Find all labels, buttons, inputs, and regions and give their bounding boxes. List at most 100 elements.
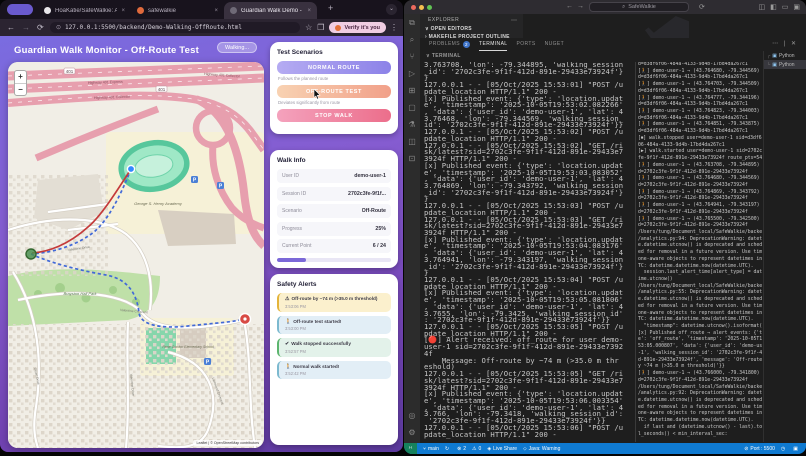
tab-favicon [230,7,237,14]
status-item[interactable]: ◷ [781,446,787,452]
tab-favicon [137,7,144,14]
tab-close-icon[interactable]: × [121,8,125,14]
forward-icon[interactable]: → [22,23,30,32]
start-marker[interactable] [26,249,36,259]
status-item-icon: ◈ [487,446,491,452]
reload-icon[interactable]: ⟳ [37,23,44,32]
extensions-icon[interactable]: ⊞ [404,82,420,99]
browser-tab[interactable]: safewalkie × [131,2,224,19]
status-item[interactable]: ⊘ Port : 5500 [744,446,775,452]
remote-explorer-icon[interactable]: ▢ [404,99,420,116]
panel-actions[interactable]: ⋯ | ✕ [772,40,798,47]
terminal-pane-events[interactable]: d=d3df6f06-484a-4133-9d4b-17bd4da267c1 [… [638,62,762,442]
status-item[interactable]: ⚠ 0 [472,446,481,452]
back-icon[interactable]: ← [7,23,15,32]
terminal-section-header[interactable]: ∨ TERMINAL [426,53,461,59]
tab-groups-icon[interactable]: ❐ [317,23,324,32]
browser-menu-icon[interactable]: ⋮ [390,23,398,32]
test-scenarios-card: Test Scenarios NORMAL ROUTE Follows the … [270,42,398,134]
svg-text:Rene Gordon Elementary School: Rene Gordon Elementary School [162,345,214,349]
scenario-button[interactable]: OFF-ROUTE TEST [277,85,391,98]
status-item[interactable]: ↻ [445,446,451,452]
browser-window: HoaKatie/SafeWalkie: A safe... × safewal… [0,0,403,452]
alert-item: 🚶Off-route test started! 3:53:00 PM [277,316,391,335]
terminal-list-item[interactable]: └ ▣ Python [764,60,806,69]
layout-toggle-icon[interactable]: ▭ [782,3,789,11]
testing-icon[interactable]: ⚗ [404,116,420,133]
map-attribution[interactable]: Leaflet | © OpenStreetMap contributors [193,440,262,446]
maximize-window-icon[interactable] [427,5,432,10]
panel-tab[interactable]: TERMINAL [479,38,507,51]
run-debug-icon[interactable]: ▷ [404,65,420,82]
python-terminal-icon: ▣ [772,62,777,68]
status-item[interactable]: ⊗ 2 [457,446,466,452]
layout-toggle-icon[interactable]: ◫ [759,3,766,11]
window-controls-pill[interactable] [7,4,33,15]
info-label: User ID [282,173,299,179]
info-value: 2702c3fe-9f1f... [348,191,386,197]
profile-avatar [335,25,341,31]
explorer-title: EXPLORER [420,14,523,23]
minimize-window-icon[interactable] [419,5,424,10]
azure-icon[interactable]: ⊡ [404,150,420,167]
account-icon[interactable]: ◎ [404,407,420,424]
zoom-in-button[interactable]: + [15,71,26,84]
new-tab-button[interactable]: + [328,3,333,13]
open-editors-section[interactable]: ∨ OPEN EDITORS [420,23,523,32]
panel-tab[interactable]: PROBLEMS 2 [429,38,470,51]
alert-item: ⚠Off-route by ~74 m (>35.0 m threshold) … [277,293,391,312]
panel-tab[interactable]: NUGET [545,38,565,51]
files-icon[interactable]: ⧉ [404,14,420,31]
terminal-split-divider[interactable] [635,62,636,442]
walk-info-heading: Walk Info [277,157,391,164]
panel-tab[interactable]: PORTS [516,38,535,51]
current-position-marker[interactable] [127,165,134,172]
tab-close-icon[interactable]: × [307,8,311,14]
bookmark-star-icon[interactable]: ☆ [305,23,312,32]
terminal-pane-server[interactable]: 3.763708, 'lon': -79.344895, 'walking_se… [424,62,635,442]
leaflet-map[interactable]: 401 401 [8,62,264,448]
docker-icon[interactable]: ◫ [404,133,420,150]
reload-window-icon[interactable]: ⟳ [699,3,705,11]
zoom-out-button[interactable]: − [15,84,26,96]
explorer-more-icon[interactable]: ⋯ [511,17,517,24]
site-info-icon[interactable]: ⊙ [56,24,61,31]
svg-text:Brayston Hall Park: Brayston Hall Park [63,291,97,296]
status-item[interactable]: ◈ Live Share [487,446,517,452]
desktop: HoaKatie/SafeWalkie: A safe... × safewal… [0,0,806,456]
layout-toggle-icon[interactable]: ◧ [770,3,777,11]
alert-time: 3:53:00 PM [285,326,386,331]
status-item-icon: ▣ [793,446,798,452]
status-item[interactable]: ⑂ main [423,446,439,452]
map-zoom-control: + − [14,70,27,96]
progress-fill [277,258,306,262]
tab-search-chevron[interactable]: ⌄ [386,4,397,15]
split-indicator: ┌ [767,53,770,58]
status-item[interactable]: ▣ [793,446,800,452]
terminal-list-item[interactable]: ┌ ▣ Python [764,51,806,60]
scenario-button[interactable]: STOP WALK [277,109,391,122]
safety-alerts-card: Safety Alerts ⚠Off-route by ~74 m (>35.0… [270,274,398,445]
source-control-icon[interactable]: ⑂ [404,48,420,65]
alert-text: Off-route by ~74 m (>35.0 m threshold) [291,296,377,301]
browser-tab-strip: HoaKatie/SafeWalkie: A safe... × safewal… [0,0,403,19]
status-item[interactable]: ⬦ Java: Warning [523,446,560,452]
alert-icon: 🚶 [285,364,291,370]
search-icon[interactable]: ⌕ [404,31,420,48]
settings-gear-icon[interactable]: ⚙ [404,424,420,441]
scenario-button[interactable]: NORMAL ROUTE [277,61,391,74]
verify-profile-button[interactable]: Verify it's you [329,22,386,33]
browser-tab[interactable]: Guardian Walk Demo - Off-... × [224,2,317,19]
remote-indicator[interactable]: ›‹ [404,443,417,454]
address-bar[interactable]: ⊙ 127.0.0.1:5500/backend/Demo-Walking-Of… [50,22,300,33]
svg-text:401: 401 [66,69,74,74]
tab-close-icon[interactable]: × [214,8,218,14]
history-forward-icon[interactable]: → [577,3,584,10]
layout-toggle-icon[interactable]: ▣ [793,3,800,11]
history-back-icon[interactable]: ← [566,3,573,10]
url-text[interactable]: 127.0.0.1:5500/backend/Demo-Walking-OffR… [65,24,242,31]
browser-tab[interactable]: HoaKatie/SafeWalkie: A safe... × [38,2,131,19]
close-window-icon[interactable] [411,5,416,10]
command-search-box[interactable]: ⌕ SafeWalkie [589,2,689,12]
info-value: 6 / 24 [373,243,386,249]
